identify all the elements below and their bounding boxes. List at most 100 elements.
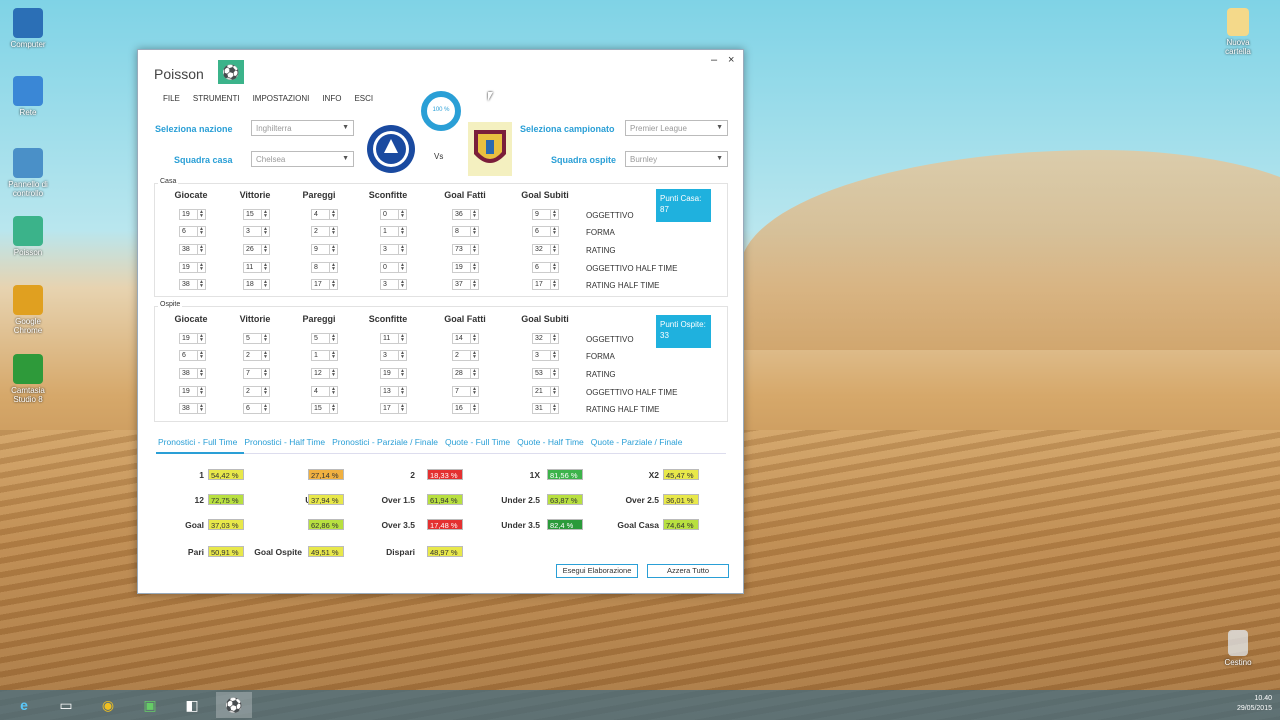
spinner-arrows-icon[interactable]: ▲ ▼ <box>197 387 205 396</box>
spinner-arrows-icon[interactable]: ▲ ▼ <box>329 404 337 413</box>
spinner-arrows-icon[interactable]: ▲ ▼ <box>398 369 406 378</box>
spinner-arrows-icon[interactable]: ▲ ▼ <box>261 280 269 289</box>
nazione-select[interactable]: Inghilterra ▼ <box>251 120 354 136</box>
stat-spinner[interactable]: 13 ▲ ▼ <box>380 386 407 397</box>
stat-spinner[interactable]: 6 ▲ ▼ <box>179 350 206 361</box>
spinner-arrows-icon[interactable]: ▲ ▼ <box>329 210 337 219</box>
trash-icon[interactable]: Cestino <box>1213 630 1263 667</box>
spinner-arrows-icon[interactable]: ▲ ▼ <box>261 227 269 236</box>
spinner-arrows-icon[interactable]: ▲ ▼ <box>329 263 337 272</box>
stat-spinner[interactable]: 38 ▲ ▼ <box>179 368 206 379</box>
desktop-icon-0[interactable]: Computer <box>3 8 53 49</box>
tab-quote-half-time[interactable]: Quote - Half Time <box>517 437 584 447</box>
stat-spinner[interactable]: 28 ▲ ▼ <box>452 368 479 379</box>
stat-spinner[interactable]: 11 ▲ ▼ <box>243 262 270 273</box>
campionato-select[interactable]: Premier League ▼ <box>625 120 728 136</box>
spinner-arrows-icon[interactable]: ▲ ▼ <box>261 245 269 254</box>
spinner-arrows-icon[interactable]: ▲ ▼ <box>550 351 558 360</box>
spinner-arrows-icon[interactable]: ▲ ▼ <box>550 210 558 219</box>
chrome-icon[interactable]: ◉ <box>90 692 126 718</box>
stat-spinner[interactable]: 1 ▲ ▼ <box>311 350 338 361</box>
spinner-arrows-icon[interactable]: ▲ ▼ <box>398 245 406 254</box>
spinner-arrows-icon[interactable]: ▲ ▼ <box>261 387 269 396</box>
stat-spinner[interactable]: 37 ▲ ▼ <box>452 279 479 290</box>
desktop-icon-3[interactable]: Poisson <box>3 216 53 257</box>
spinner-arrows-icon[interactable]: ▲ ▼ <box>197 263 205 272</box>
desktop-icon-4[interactable]: Google Chrome <box>3 285 53 335</box>
stat-spinner[interactable]: 17 ▲ ▼ <box>532 279 559 290</box>
stat-spinner[interactable]: 0 ▲ ▼ <box>380 209 407 220</box>
poisson-taskbar-icon[interactable]: ⚽ <box>216 692 252 718</box>
desktop-icon-5[interactable]: Camtasia Studio 8 <box>3 354 53 404</box>
stat-spinner[interactable]: 11 ▲ ▼ <box>380 333 407 344</box>
spinner-arrows-icon[interactable]: ▲ ▼ <box>197 334 205 343</box>
close-button[interactable]: × <box>728 54 734 66</box>
spinner-arrows-icon[interactable]: ▲ ▼ <box>197 227 205 236</box>
tab-pronostici-half-time[interactable]: Pronostici - Half Time <box>244 437 325 447</box>
spinner-arrows-icon[interactable]: ▲ ▼ <box>398 280 406 289</box>
stat-spinner[interactable]: 36 ▲ ▼ <box>452 209 479 220</box>
spinner-arrows-icon[interactable]: ▲ ▼ <box>550 263 558 272</box>
spinner-arrows-icon[interactable]: ▲ ▼ <box>398 404 406 413</box>
spinner-arrows-icon[interactable]: ▲ ▼ <box>550 245 558 254</box>
stat-spinner[interactable]: 3 ▲ ▼ <box>532 350 559 361</box>
stat-spinner[interactable]: 32 ▲ ▼ <box>532 244 559 255</box>
stat-spinner[interactable]: 17 ▲ ▼ <box>380 403 407 414</box>
spinner-arrows-icon[interactable]: ▲ ▼ <box>470 351 478 360</box>
spinner-arrows-icon[interactable]: ▲ ▼ <box>329 227 337 236</box>
stat-spinner[interactable]: 18 ▲ ▼ <box>243 279 270 290</box>
stat-spinner[interactable]: 19 ▲ ▼ <box>179 209 206 220</box>
stat-spinner[interactable]: 12 ▲ ▼ <box>311 368 338 379</box>
explorer-folder-icon[interactable]: ▭ <box>48 692 84 718</box>
spinner-arrows-icon[interactable]: ▲ ▼ <box>398 210 406 219</box>
spinner-arrows-icon[interactable]: ▲ ▼ <box>470 227 478 236</box>
stat-spinner[interactable]: 4 ▲ ▼ <box>311 209 338 220</box>
stat-spinner[interactable]: 38 ▲ ▼ <box>179 279 206 290</box>
spinner-arrows-icon[interactable]: ▲ ▼ <box>329 245 337 254</box>
stat-spinner[interactable]: 3 ▲ ▼ <box>243 226 270 237</box>
spinner-arrows-icon[interactable]: ▲ ▼ <box>550 334 558 343</box>
stat-spinner[interactable]: 6 ▲ ▼ <box>179 226 206 237</box>
menu-esci[interactable]: ESCI <box>354 94 373 103</box>
stat-spinner[interactable]: 8 ▲ ▼ <box>452 226 479 237</box>
spinner-arrows-icon[interactable]: ▲ ▼ <box>550 369 558 378</box>
stat-spinner[interactable]: 38 ▲ ▼ <box>179 403 206 414</box>
stat-spinner[interactable]: 15 ▲ ▼ <box>311 403 338 414</box>
ie-icon[interactable]: e <box>6 692 42 718</box>
spinner-arrows-icon[interactable]: ▲ ▼ <box>398 351 406 360</box>
spinner-arrows-icon[interactable]: ▲ ▼ <box>398 334 406 343</box>
spinner-arrows-icon[interactable]: ▲ ▼ <box>329 369 337 378</box>
spinner-arrows-icon[interactable]: ▲ ▼ <box>550 280 558 289</box>
stat-spinner[interactable]: 8 ▲ ▼ <box>311 262 338 273</box>
stat-spinner[interactable]: 2 ▲ ▼ <box>243 386 270 397</box>
spinner-arrows-icon[interactable]: ▲ ▼ <box>329 334 337 343</box>
system-tray[interactable]: 10.40 29/05/2015 <box>1237 694 1272 714</box>
camtasia-recorder-icon[interactable]: ◧ <box>174 692 210 718</box>
spinner-arrows-icon[interactable]: ▲ ▼ <box>398 227 406 236</box>
stat-spinner[interactable]: 16 ▲ ▼ <box>452 403 479 414</box>
spinner-arrows-icon[interactable]: ▲ ▼ <box>398 263 406 272</box>
stat-spinner[interactable]: 19 ▲ ▼ <box>179 262 206 273</box>
stat-spinner[interactable]: 38 ▲ ▼ <box>179 244 206 255</box>
stat-spinner[interactable]: 2 ▲ ▼ <box>311 226 338 237</box>
spinner-arrows-icon[interactable]: ▲ ▼ <box>470 245 478 254</box>
stat-spinner[interactable]: 0 ▲ ▼ <box>380 262 407 273</box>
stat-spinner[interactable]: 3 ▲ ▼ <box>380 350 407 361</box>
spinner-arrows-icon[interactable]: ▲ ▼ <box>197 245 205 254</box>
tab-pronostici-parziale-finale[interactable]: Pronostici - Parziale / Finale <box>332 437 438 447</box>
stat-spinner[interactable]: 14 ▲ ▼ <box>452 333 479 344</box>
stat-spinner[interactable]: 7 ▲ ▼ <box>452 386 479 397</box>
spinner-arrows-icon[interactable]: ▲ ▼ <box>470 210 478 219</box>
stat-spinner[interactable]: 6 ▲ ▼ <box>532 226 559 237</box>
menu-info[interactable]: INFO <box>322 94 341 103</box>
camtasia-icon[interactable]: ▣ <box>132 692 168 718</box>
tab-quote-parziale-finale[interactable]: Quote - Parziale / Finale <box>591 437 683 447</box>
spinner-arrows-icon[interactable]: ▲ ▼ <box>398 387 406 396</box>
stat-spinner[interactable]: 9 ▲ ▼ <box>311 244 338 255</box>
stat-spinner[interactable]: 53 ▲ ▼ <box>532 368 559 379</box>
menu-file[interactable]: FILE <box>163 94 180 103</box>
spinner-arrows-icon[interactable]: ▲ ▼ <box>197 404 205 413</box>
spinner-arrows-icon[interactable]: ▲ ▼ <box>470 263 478 272</box>
stat-spinner[interactable]: 2 ▲ ▼ <box>452 350 479 361</box>
stat-spinner[interactable]: 6 ▲ ▼ <box>243 403 270 414</box>
